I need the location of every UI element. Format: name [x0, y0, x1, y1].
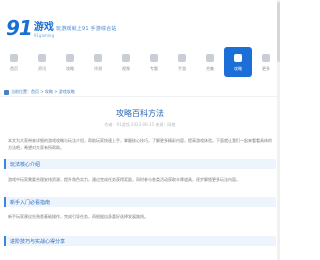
nav-item-video[interactable]: 视频	[112, 47, 140, 77]
nav-item-news[interactable]: 资讯	[28, 47, 56, 77]
section-heading: 新手入门必看指南	[4, 197, 276, 207]
breadcrumb[interactable]: 当前位置：首页 > 攻略 > 游戏攻略	[4, 89, 75, 95]
home-icon	[4, 89, 9, 95]
nav-label: 更多	[262, 65, 270, 71]
nav-label: 首页	[10, 65, 18, 71]
nav-item-review[interactable]: 评测	[84, 47, 112, 77]
news-icon	[38, 53, 46, 62]
article-paragraph: 新手玩家建议先熟悉基础操作，完成引导任务，再根据自身喜好选择发展路线。	[8, 214, 148, 219]
strategy-icon	[234, 53, 242, 62]
nav-label: 专题	[150, 65, 158, 71]
breadcrumb-text[interactable]: 当前位置：首页 > 攻略 > 游戏攻略	[11, 89, 75, 95]
nav-item-guide[interactable]: 攻略	[56, 47, 84, 77]
nav-label: 攻略	[234, 65, 242, 71]
more-icon	[262, 53, 270, 62]
nav-item-strategy-active[interactable]: 攻略	[224, 47, 252, 77]
site-slogan: 玩游戏就上91 手游综合站	[56, 26, 117, 32]
logo-text: 游戏	[33, 22, 54, 33]
nav-item-topic[interactable]: 专题	[140, 47, 168, 77]
collection-icon	[206, 53, 214, 62]
main-nav: 首页 资讯 攻略 评测 视频 专题 手游 合集 攻略 更多	[0, 47, 280, 77]
guide-icon	[66, 53, 74, 62]
home-icon	[10, 53, 18, 62]
nav-item-mobile-games[interactable]: 手游	[168, 47, 196, 77]
nav-label: 评测	[94, 65, 102, 71]
nav-label: 攻略	[66, 65, 74, 71]
page-scrollbar[interactable]	[277, 0, 280, 260]
video-icon	[122, 53, 130, 62]
nav-label: 手游	[178, 65, 186, 71]
divider	[0, 96, 280, 97]
article-paragraph: 本文为大家带来详细的游戏攻略与玩法介绍，帮助玩家快速上手，掌握核心技巧，了解更多…	[8, 138, 272, 150]
scrollbar-thumb[interactable]	[277, 2, 280, 62]
section-heading-text: 玩法核心介绍	[10, 162, 41, 168]
logo-wordmark: 游戏 91gaming	[34, 22, 54, 38]
nav-item-collection[interactable]: 合集	[196, 47, 224, 77]
logo-subtext: 91gaming	[33, 33, 55, 38]
article-paragraph: 游戏中玩家需要合理安排资源，提升角色实力，通过完成任务获得奖励，同时参与各类活动…	[8, 177, 240, 182]
nav-label: 合集	[206, 65, 214, 71]
section-heading-text: 进阶技巧与实战心得分享	[10, 239, 66, 245]
nav-label: 视频	[122, 65, 130, 71]
section-heading-text: 新手入门必看指南	[10, 200, 51, 206]
review-icon	[94, 53, 102, 62]
logo-number: 91	[6, 16, 33, 40]
topic-icon	[150, 53, 158, 62]
nav-item-more[interactable]: 更多	[252, 47, 280, 77]
nav-item-home[interactable]: 首页	[0, 47, 28, 77]
site-logo[interactable]: 91 游戏 91gaming	[6, 16, 54, 38]
section-heading: 玩法核心介绍	[4, 159, 276, 169]
section-heading: 进阶技巧与实战心得分享	[4, 236, 276, 246]
site-header: 91 游戏 91gaming 玩游戏就上91 手游综合站	[0, 0, 280, 44]
article-title: 攻略百科方法	[116, 109, 164, 118]
article-meta: 作者：91游戏 2023-06-15 来源：网络	[104, 122, 176, 127]
nav-label: 资讯	[38, 65, 46, 71]
gamepad-icon	[178, 53, 186, 62]
